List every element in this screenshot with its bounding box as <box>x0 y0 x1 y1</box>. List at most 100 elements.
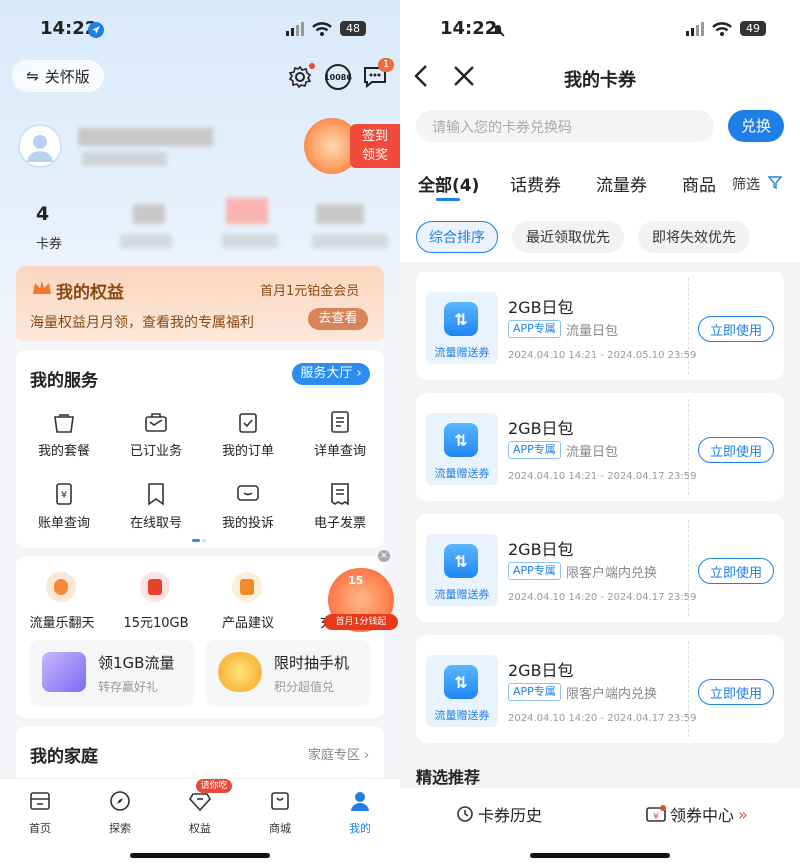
promo-card-title: 领1GB流量 <box>98 654 175 672</box>
svg-text:¥: ¥ <box>653 812 659 822</box>
filter-label: 筛选 <box>732 177 760 193</box>
sort-chip-expiring[interactable]: 即将失效优先 <box>638 221 750 253</box>
red-envelope-icon <box>140 572 170 602</box>
wifi-icon <box>712 22 732 36</box>
person-icon <box>351 792 369 811</box>
close-ad-icon[interactable]: × <box>378 550 390 562</box>
tab-all[interactable]: 全部(4) <box>418 171 479 196</box>
recommend-title: 精选推荐 <box>416 768 481 787</box>
promo-card-subtitle: 转存赢好礼 <box>98 680 159 694</box>
coupon-history-button[interactable]: 卡券历史 <box>456 802 542 826</box>
double-chevron-icon: » <box>738 804 748 824</box>
service-item[interactable]: 电子发票 <box>294 512 386 531</box>
message-count-badge: 1 <box>378 58 394 72</box>
use-now-button[interactable]: 立即使用 <box>698 558 774 584</box>
coupon-tag: APP专属 <box>508 562 561 580</box>
coupon-validity: 2024.04.10 14:21 - 2024.04.17 23:59 <box>508 471 697 482</box>
service-hall-button[interactable]: 服务大厅 › <box>292 363 370 385</box>
shop-icon <box>271 792 289 810</box>
nav-benefits[interactable]: 权益 <box>170 790 230 836</box>
stat-value-blurred <box>226 198 268 224</box>
promo-card-subtitle: 积分超值兑 <box>274 680 335 694</box>
signin-reward-button[interactable]: 签到 领奖 <box>304 118 400 174</box>
promo-card-flow[interactable]: 领1GB流量 转存赢好礼 <box>30 640 194 706</box>
benefits-view-button[interactable]: 去查看 <box>308 308 368 330</box>
phone-number-blurred <box>82 152 167 166</box>
data-transfer-icon: ⇅ <box>444 302 478 336</box>
family-link[interactable]: 家庭专区 › <box>308 744 369 763</box>
service-item[interactable]: 我的投诉 <box>202 512 294 531</box>
coupon-center-button[interactable]: ¥ 领券中心 » <box>646 802 748 826</box>
page-indicator <box>202 539 206 542</box>
bookmark-icon <box>148 483 164 506</box>
promo-item[interactable]: 流量乐翻天 <box>16 612 108 631</box>
coupon-tag: APP专属 <box>508 441 561 459</box>
sort-chip-default[interactable]: 综合排序 <box>416 221 498 253</box>
avatar[interactable] <box>18 124 62 168</box>
svg-text:¥: ¥ <box>61 490 67 501</box>
clipboard-check-icon <box>239 413 257 433</box>
coupon-thumbnail: ⇅ 流量赠送券 <box>426 534 498 606</box>
settings-gear-icon[interactable] <box>288 65 312 89</box>
service-item[interactable]: 我的订单 <box>202 440 294 459</box>
use-now-button[interactable]: 立即使用 <box>698 316 774 342</box>
stat-value-blurred <box>316 204 364 224</box>
chat-bubble-icon <box>237 485 259 501</box>
signal-icon <box>686 22 704 36</box>
coupon-title: 2GB日包 <box>508 419 574 438</box>
promotions-card: 流量乐翻天 15元10GB 产品建议 充流 15 首月1分钱起 × 领1GB流量… <box>16 550 398 718</box>
promo-card-lottery[interactable]: 限时抽手机 积分超值兑 <box>206 640 370 706</box>
coupon-thumbnail: ⇅ 流量赠送券 <box>426 413 498 485</box>
coins-icon <box>218 652 262 692</box>
page-title: 我的卡券 <box>564 70 636 91</box>
my-benefits-card[interactable]: 我的权益 首月1元铂金会员 海量权益月月领，查看我的专属福利 去查看 <box>16 266 384 342</box>
sort-chip-recent[interactable]: 最近领取优先 <box>512 221 624 253</box>
coupon-validity: 2024.04.10 14:21 - 2024.05.10 23:59 <box>508 350 697 361</box>
signal-icon <box>286 22 304 36</box>
active-tab-indicator <box>436 198 460 201</box>
promo-item[interactable]: 15元10GB <box>110 612 202 631</box>
use-now-button[interactable]: 立即使用 <box>698 679 774 705</box>
coupon-divider <box>688 399 689 495</box>
tab-phone-credit[interactable]: 话费券 <box>510 171 561 196</box>
nav-mine[interactable]: 我的 <box>330 790 390 836</box>
stat-label-blurred <box>222 234 278 248</box>
my-services-card: 我的服务 服务大厅 › 我的套餐 已订业务 我的订单 详单查询 ¥ 账单查询 在… <box>16 350 384 548</box>
bill-icon: ¥ <box>56 483 72 505</box>
tab-data[interactable]: 流量券 <box>596 171 647 196</box>
service-item[interactable]: 详单查询 <box>294 440 386 459</box>
invoice-icon <box>331 483 349 506</box>
service-item[interactable]: 我的套餐 <box>18 440 110 459</box>
avatar-person-icon <box>27 135 53 162</box>
history-clock-icon <box>457 806 473 822</box>
my-family-card[interactable]: 我的家庭 家庭专区 › <box>16 726 384 786</box>
coupon-count[interactable]: 4 <box>36 203 49 225</box>
coupon-card: ⇅ 流量赠送券 2GB日包 APP专属 限客户端内兑换 2024.04.10 14… <box>416 635 784 743</box>
bag-icon <box>54 414 74 433</box>
redeem-code-input[interactable]: 请输入您的卡券兑换码 <box>416 110 714 142</box>
use-now-button[interactable]: 立即使用 <box>698 437 774 463</box>
filter-area[interactable]: 筛选 <box>718 160 800 204</box>
service-item[interactable]: 已订业务 <box>110 440 202 459</box>
care-mode-button[interactable]: ⇋ 关怀版 <box>12 60 104 92</box>
filter-funnel-icon <box>768 176 782 189</box>
service-item[interactable]: 在线取号 <box>110 512 202 531</box>
nav-shop[interactable]: 商城 <box>250 790 310 836</box>
recharge-float-ad[interactable]: 15 首月1分钱起 <box>324 568 398 632</box>
switch-arrows-icon: ⇋ <box>26 67 39 85</box>
profile-screen: 14:22 48 ⇋ 关怀版 10086 1 签到 领奖 4 卡券 我的权益 首… <box>0 0 400 867</box>
coupon-title: 2GB日包 <box>508 540 574 559</box>
services-title: 我的服务 <box>30 371 98 391</box>
hotline-10086-icon[interactable]: 10086 <box>324 64 352 90</box>
nav-home[interactable]: 首页 <box>10 790 70 836</box>
home-indicator <box>530 853 670 858</box>
tab-goods[interactable]: 商品 <box>682 171 716 196</box>
nav-explore[interactable]: 探索 <box>90 790 150 836</box>
coupon-tag: APP专属 <box>508 320 561 338</box>
coupon-divider <box>688 520 689 616</box>
service-item[interactable]: 账单查询 <box>18 512 110 531</box>
gift-flow-icon <box>42 652 86 692</box>
redeem-button[interactable]: 兑换 <box>728 110 784 142</box>
promo-item[interactable]: 产品建议 <box>202 612 294 631</box>
signin-label: 签到 领奖 <box>350 124 400 168</box>
